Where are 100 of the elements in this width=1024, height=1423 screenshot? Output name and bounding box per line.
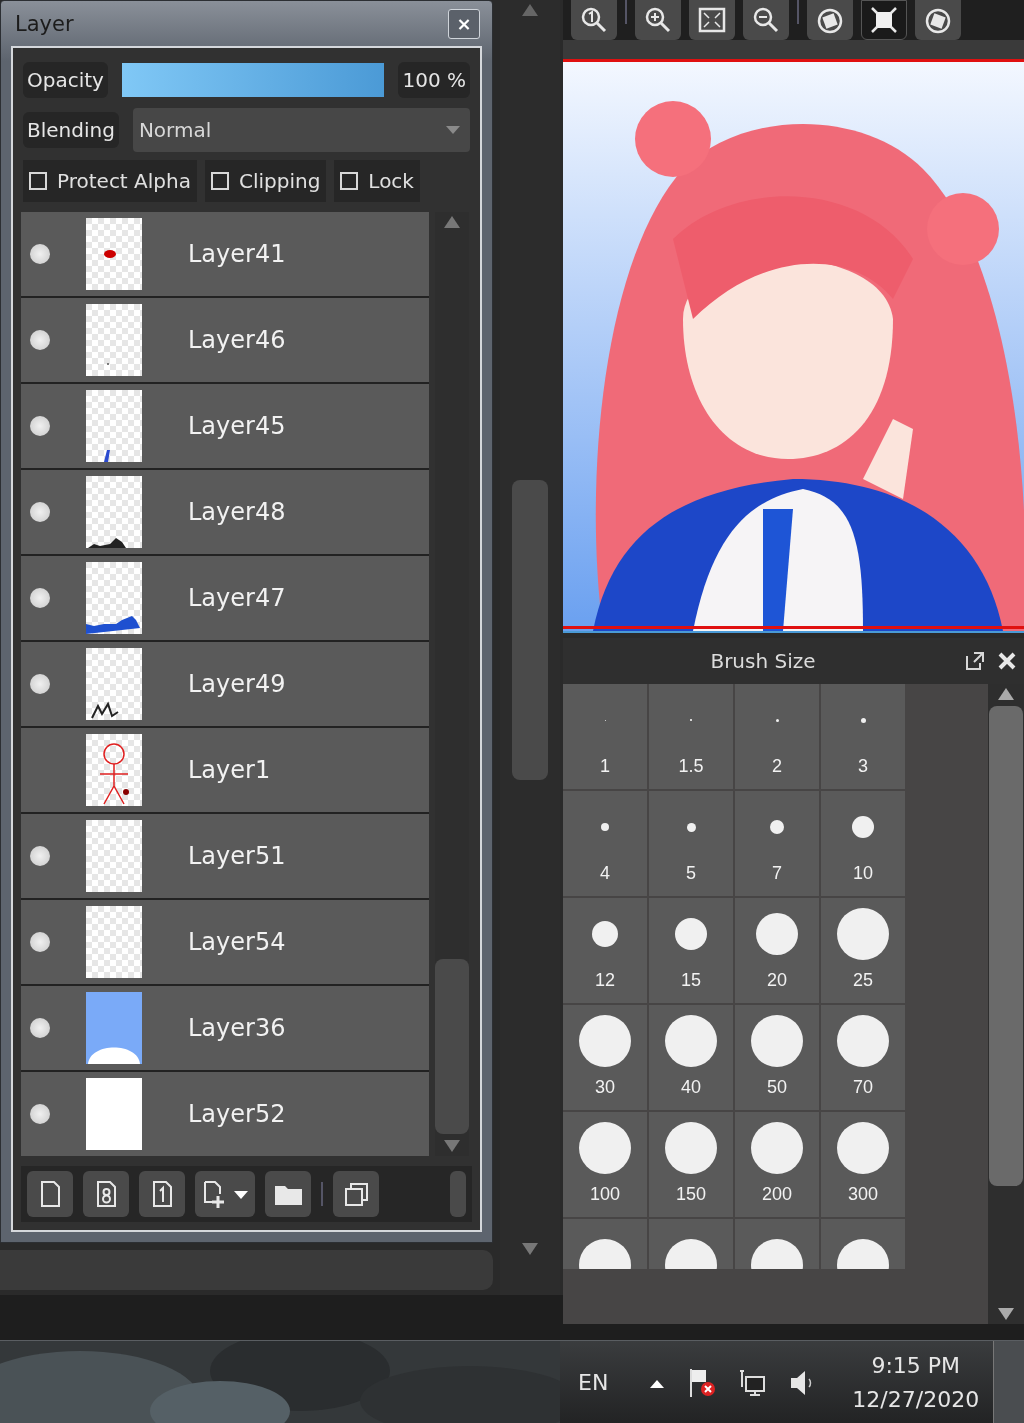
- view-tool-button[interactable]: [635, 0, 681, 40]
- blending-label: Blending: [23, 112, 119, 148]
- brush-size-option[interactable]: 3: [821, 684, 905, 789]
- clock[interactable]: 9:15 PM 12/27/2020: [852, 1348, 980, 1417]
- view-tool-button[interactable]: [743, 0, 789, 40]
- brush-size-option[interactable]: 10: [821, 791, 905, 896]
- visibility-dot[interactable]: [30, 502, 50, 522]
- layer-row[interactable]: Layer51: [21, 814, 429, 898]
- layer-row[interactable]: Layer52: [21, 1072, 429, 1156]
- layer-thumbnail: [86, 820, 142, 892]
- brush-size-option[interactable]: 20: [735, 898, 819, 1003]
- brush-size-option[interactable]: 7: [735, 791, 819, 896]
- option-checkbox[interactable]: Clipping: [204, 160, 327, 202]
- layer-row[interactable]: Layer36: [21, 986, 429, 1070]
- panel-title: Brush Size: [709, 649, 817, 673]
- brush-size-option[interactable]: 4: [563, 791, 647, 896]
- brush-size-option[interactable]: 40: [649, 1005, 733, 1110]
- brush-size-option[interactable]: 300: [821, 1112, 905, 1217]
- brush-size-option[interactable]: 70: [821, 1005, 905, 1110]
- layer-thumbnail: [86, 1078, 142, 1150]
- layer-row[interactable]: Layer41: [21, 212, 429, 296]
- up-arrow-icon[interactable]: [522, 4, 538, 16]
- visibility-dot[interactable]: [30, 244, 50, 264]
- brush-scrollbar[interactable]: [988, 684, 1024, 1324]
- up-arrow-icon[interactable]: [444, 216, 460, 228]
- flag-error-icon[interactable]: [688, 1366, 717, 1399]
- visibility-dot[interactable]: [30, 674, 50, 694]
- language-indicator[interactable]: EN: [578, 1370, 609, 1395]
- close-button[interactable]: ×: [448, 8, 480, 39]
- visibility-dot[interactable]: [30, 1018, 50, 1038]
- undock-icon[interactable]: [964, 650, 986, 672]
- layer-row[interactable]: Layer48: [21, 470, 429, 554]
- layer-tool-button[interactable]: [265, 1171, 311, 1217]
- date-text: 12/27/2020: [852, 1385, 980, 1414]
- brush-size-option[interactable]: [735, 1219, 819, 1269]
- brush-size-option[interactable]: [821, 1219, 905, 1269]
- caret-icon: [446, 126, 460, 134]
- layer-thumbnail: [86, 304, 142, 376]
- brush-size-option[interactable]: 1.5: [649, 684, 733, 789]
- visibility-dot[interactable]: [30, 846, 50, 866]
- option-checkbox[interactable]: Lock: [334, 160, 420, 202]
- layer-row[interactable]: Layer47: [21, 556, 429, 640]
- view-tool-button[interactable]: [861, 0, 907, 40]
- layer-thumbnail: [86, 992, 142, 1064]
- opacity-label: Opacity: [23, 62, 108, 98]
- layer-thumbnail: [86, 648, 142, 720]
- visibility-dot[interactable]: [30, 588, 50, 608]
- down-arrow-icon[interactable]: [444, 1140, 460, 1152]
- zoom-actual-icon: [579, 5, 609, 35]
- visibility-dot[interactable]: [30, 330, 50, 350]
- brush-size-option[interactable]: 30: [563, 1005, 647, 1110]
- layer-row[interactable]: Layer1: [21, 728, 429, 812]
- layer-tool-button[interactable]: [195, 1171, 255, 1217]
- layer-row[interactable]: Layer49: [21, 642, 429, 726]
- layer-tool-button[interactable]: [139, 1171, 185, 1217]
- brush-size-option[interactable]: 100: [563, 1112, 647, 1217]
- layer-row[interactable]: Layer54: [21, 900, 429, 984]
- option-checkbox[interactable]: Protect Alpha: [23, 160, 197, 202]
- fit-screen-icon: [697, 5, 727, 35]
- window-title: Layer: [15, 11, 74, 36]
- view-tool-button[interactable]: [915, 0, 961, 40]
- brush-size-option[interactable]: [649, 1219, 733, 1269]
- up-arrow-icon[interactable]: [998, 688, 1014, 700]
- layer-tool-button[interactable]: [83, 1171, 129, 1217]
- full-screen-icon: [869, 5, 899, 35]
- panel-grip[interactable]: [450, 1171, 466, 1217]
- time-text: 9:15 PM: [871, 1351, 961, 1380]
- visibility-dot[interactable]: [30, 1104, 50, 1124]
- layer-tool-button[interactable]: [333, 1171, 379, 1217]
- scrollbar-thumb[interactable]: [435, 959, 469, 1134]
- view-tool-button[interactable]: [689, 0, 735, 40]
- layer-thumbnail: [86, 218, 142, 290]
- layer-row[interactable]: Layer45: [21, 384, 429, 468]
- view-tool-button[interactable]: [571, 0, 617, 40]
- zoom-in-icon: [643, 5, 673, 35]
- layer-thumbnail: [86, 562, 142, 634]
- brush-size-option[interactable]: 1: [563, 684, 647, 789]
- scrollbar-thumb[interactable]: [512, 479, 548, 780]
- brush-size-option[interactable]: 150: [649, 1112, 733, 1217]
- layer-thumbnail: [86, 476, 142, 548]
- zoom-out-icon: [751, 5, 781, 35]
- blending-dropdown[interactable]: Normal: [132, 108, 470, 152]
- brush-size-option[interactable]: 200: [735, 1112, 819, 1217]
- brush-size-option[interactable]: 2: [735, 684, 819, 789]
- view-tool-button[interactable]: [807, 0, 853, 40]
- layer-tool-button[interactable]: [27, 1171, 73, 1217]
- down-arrow-icon[interactable]: [998, 1308, 1014, 1320]
- visibility-dot[interactable]: [30, 416, 50, 436]
- layer-row[interactable]: Layer46: [21, 298, 429, 382]
- opacity-slider[interactable]: [121, 63, 385, 97]
- brush-size-option[interactable]: 12: [563, 898, 647, 1003]
- down-arrow-icon[interactable]: [522, 1243, 538, 1255]
- brush-size-option[interactable]: 5: [649, 791, 733, 896]
- brush-size-option[interactable]: 25: [821, 898, 905, 1003]
- brush-size-option[interactable]: 15: [649, 898, 733, 1003]
- brush-size-option[interactable]: [563, 1219, 647, 1269]
- visibility-dot[interactable]: [30, 932, 50, 952]
- brush-size-option[interactable]: 50: [735, 1005, 819, 1110]
- close-icon[interactable]: [996, 650, 1018, 672]
- scrollbar-thumb[interactable]: [989, 706, 1023, 1186]
